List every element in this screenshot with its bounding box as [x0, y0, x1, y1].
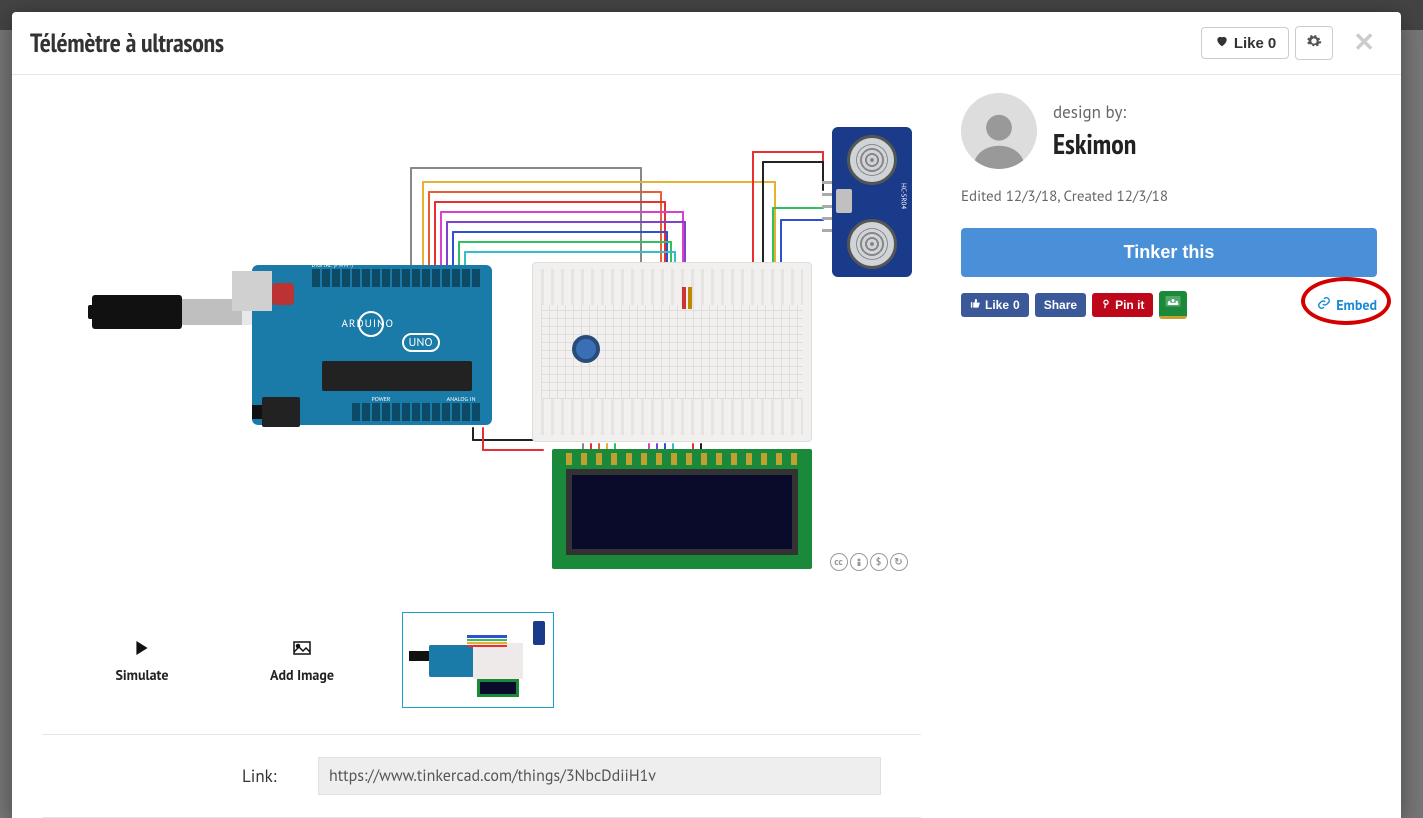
usb-cable: [92, 287, 252, 337]
like-label: Like: [1234, 35, 1264, 52]
ultrasonic-sensor: HC-SR04: [832, 127, 912, 277]
modal-header: Télémètre à ultrasons Like 0 ✕: [12, 12, 1401, 75]
design-title: Télémètre à ultrasons: [30, 27, 1201, 60]
image-icon: [242, 637, 362, 660]
fb-share-button[interactable]: Share: [1035, 293, 1086, 317]
pinterest-icon: [1101, 298, 1111, 312]
fb-share-label: Share: [1044, 298, 1077, 312]
simulate-button[interactable]: Simulate: [82, 637, 202, 684]
potentiometer: [572, 335, 600, 363]
tinker-this-button[interactable]: Tinker this: [961, 228, 1377, 277]
right-column: design by: Eskimon Edited 12/3/18, Creat…: [951, 75, 1401, 818]
cc-by-icon: [850, 553, 868, 571]
circuit-canvas: DIGITAL (PWM~) ARDUINO UNO POWER ANALOG …: [52, 107, 912, 577]
meta-dates: Edited 12/3/18, Created 12/3/18: [961, 187, 1377, 206]
thumbnail-strip: Simulate Add Image: [42, 594, 921, 734]
arduino-board: DIGITAL (PWM~) ARDUINO UNO POWER ANALOG …: [252, 265, 492, 425]
link-input[interactable]: [318, 757, 881, 795]
pin-label: Pin it: [1115, 298, 1144, 312]
social-row: Like 0 Share Pin it: [961, 291, 1377, 319]
arduino-analog-label: ANALOG IN: [447, 395, 476, 403]
header-actions: Like 0 ✕: [1201, 26, 1383, 60]
fb-like-label: Like: [985, 298, 1009, 312]
link-icon: [1317, 296, 1331, 314]
add-image-button[interactable]: Add Image: [242, 637, 362, 684]
thumbs-up-icon: [970, 298, 981, 312]
arduino-brand: ARDUINO: [342, 317, 394, 331]
add-image-label: Add Image: [242, 666, 362, 684]
link-row: Link:: [42, 735, 921, 817]
arduino-digital-label: DIGITAL (PWM~): [312, 261, 353, 269]
link-label: Link:: [242, 765, 302, 787]
settings-button[interactable]: [1295, 26, 1333, 60]
author-name[interactable]: Eskimon: [1053, 125, 1136, 162]
close-button[interactable]: ✕: [1339, 30, 1383, 56]
gear-icon: [1306, 33, 1322, 53]
cc-sa-icon: ↻: [890, 553, 908, 571]
left-column: DIGITAL (PWM~) ARDUINO UNO POWER ANALOG …: [12, 75, 951, 818]
arduino-power-label: POWER: [372, 395, 391, 403]
hcsr04-label: HC-SR04: [900, 183, 909, 209]
fb-like-count: 0: [1013, 298, 1020, 312]
classroom-icon: [1164, 293, 1182, 314]
arduino-model: UNO: [402, 333, 440, 352]
cc-license-badges: cc $ ↻: [830, 553, 908, 571]
pinterest-button[interactable]: Pin it: [1092, 293, 1153, 317]
heart-icon: [1214, 34, 1230, 52]
play-icon: [82, 637, 202, 660]
like-count: 0: [1268, 35, 1276, 52]
circuit-preview[interactable]: DIGITAL (PWM~) ARDUINO UNO POWER ANALOG …: [42, 89, 921, 594]
design-by-label: design by:: [1053, 101, 1136, 123]
embed-link[interactable]: Embed: [1317, 296, 1377, 314]
author-row: design by: Eskimon: [961, 93, 1377, 169]
cc-icon: cc: [830, 553, 848, 571]
fb-like-button[interactable]: Like 0: [961, 293, 1029, 317]
avatar[interactable]: [961, 93, 1037, 169]
modal-body: DIGITAL (PWM~) ARDUINO UNO POWER ANALOG …: [12, 75, 1401, 818]
led: [682, 287, 686, 309]
google-classroom-button[interactable]: [1159, 291, 1187, 319]
embed-label: Embed: [1336, 296, 1377, 314]
thumbnail-selected[interactable]: [402, 612, 554, 708]
cc-nc-icon: $: [870, 553, 888, 571]
lcd-display: [552, 449, 812, 569]
simulate-label: Simulate: [82, 666, 202, 684]
like-button[interactable]: Like 0: [1201, 27, 1289, 59]
design-modal: Télémètre à ultrasons Like 0 ✕: [12, 12, 1401, 818]
